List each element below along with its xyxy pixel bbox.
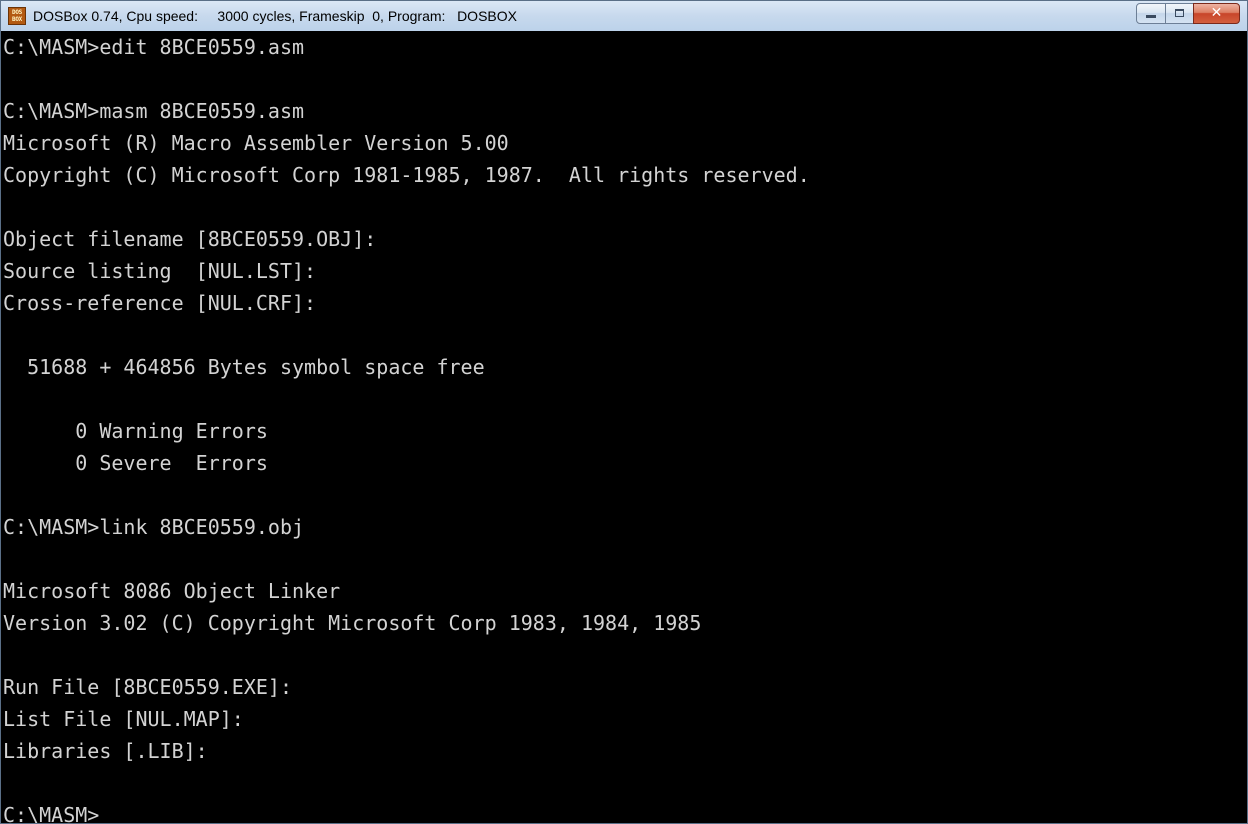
console-line: Run File [8BCE0559.EXE]: [3, 675, 292, 699]
console-line: Source listing [NUL.LST]: [3, 259, 317, 283]
console-line: Version 3.02 (C) Copyright Microsoft Cor… [3, 611, 702, 635]
console-line: 0 Warning Errors [3, 419, 268, 443]
close-icon: ✕ [1210, 5, 1223, 21]
console-line: Microsoft (R) Macro Assembler Version 5.… [3, 131, 509, 155]
console-line: Libraries [.LIB]: [3, 739, 208, 763]
console-line: 51688 + 464856 Bytes symbol space free [3, 355, 485, 379]
console-output: C:\MASM>edit 8BCE0559.asm C:\MASM>masm 8B… [3, 31, 810, 823]
console-line: 0 Severe Errors [3, 451, 268, 475]
dosbox-icon[interactable]: DOS BOX [8, 7, 26, 25]
console-line: List File [NUL.MAP]: [3, 707, 244, 731]
minimize-icon [1146, 15, 1156, 18]
console-line: C:\MASM> [3, 803, 100, 823]
maximize-button[interactable] [1165, 3, 1194, 24]
maximize-icon [1175, 9, 1184, 17]
minimize-button[interactable] [1136, 3, 1166, 24]
console-line: Microsoft 8086 Object Linker [3, 579, 341, 603]
dosbox-window: DOS BOX DOSBox 0.74, Cpu speed: 3000 cyc… [0, 0, 1248, 824]
console-line: C:\MASM>masm 8BCE0559.asm [3, 99, 305, 123]
console-line: C:\MASM>edit 8BCE0559.asm [3, 35, 305, 59]
console-line: Object filename [8BCE0559.OBJ]: [3, 227, 377, 251]
console-line: C:\MASM>link 8BCE0559.obj [3, 515, 305, 539]
dosbox-icon-text-top: DOS [12, 9, 22, 16]
close-button[interactable]: ✕ [1193, 3, 1240, 24]
console-line: Cross-reference [NUL.CRF]: [3, 291, 317, 315]
dosbox-icon-text-bottom: BOX [12, 16, 22, 23]
console-line: Copyright (C) Microsoft Corp 1981-1985, … [3, 163, 810, 187]
dos-console[interactable]: C:\MASM>edit 8BCE0559.asm C:\MASM>masm 8B… [1, 31, 1247, 823]
window-title: DOSBox 0.74, Cpu speed: 3000 cycles, Fra… [33, 8, 517, 24]
title-bar[interactable]: DOS BOX DOSBox 0.74, Cpu speed: 3000 cyc… [1, 1, 1247, 31]
